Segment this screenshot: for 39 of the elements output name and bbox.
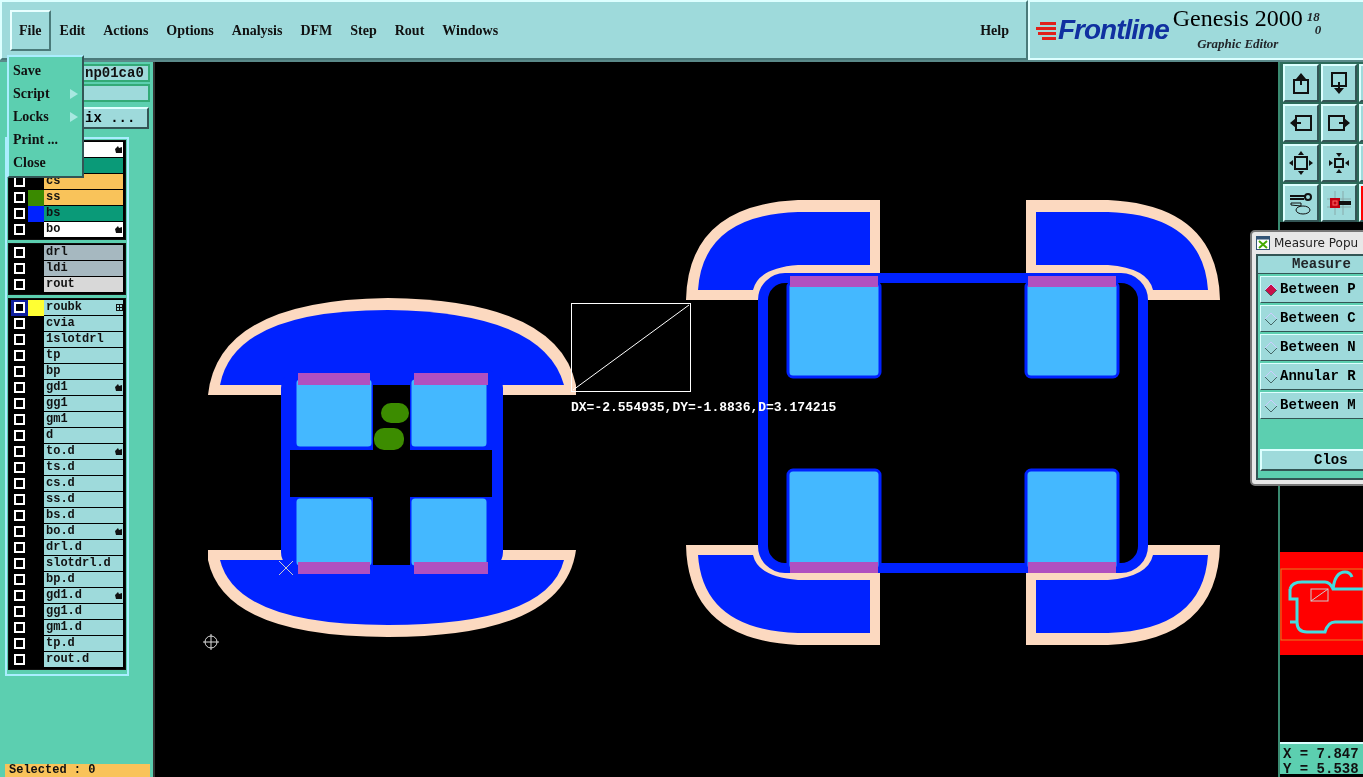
popup-heading: Measure (1258, 256, 1363, 274)
layer-name: rout (46, 277, 75, 292)
layer-name: drl (46, 245, 68, 260)
layer-name: to.d (46, 444, 75, 459)
brand-logo: Frontline (1058, 13, 1169, 47)
layer-name: bs.d (46, 508, 75, 523)
version-text: 0 (1314, 23, 1322, 36)
status-text: Selected : 0 (5, 764, 150, 777)
layer-name: ss (46, 190, 61, 205)
layer-name: cs.d (46, 476, 75, 491)
version-text: 18 (1306, 10, 1321, 23)
layer-name: 1slotdrl (46, 332, 104, 347)
layer-name: tp (46, 348, 61, 363)
layer-name: bo (46, 222, 61, 237)
layer-name: ts.d (46, 460, 75, 475)
layer-name: rout.d (46, 652, 90, 667)
layer-name: drl.d (46, 540, 82, 555)
layer-name: gg1.d (46, 604, 82, 619)
layer-name: gd1.d (46, 588, 82, 603)
layer-name: bo.d (46, 524, 75, 539)
layer-name: cvia (46, 316, 75, 331)
layer-name: bp.d (46, 572, 75, 587)
layer-name: bs (46, 206, 61, 221)
layer-name: gm1 (46, 412, 68, 427)
window-title: Measure Popu (1274, 235, 1359, 252)
layer-name: roubk (46, 300, 82, 315)
layer-name: bp (46, 364, 61, 379)
layer-name: tp.d (46, 636, 75, 651)
layer-name: ss.d (46, 492, 75, 507)
layer-name: gd1 (46, 380, 68, 395)
x-coordinate: X = 7.847 (1283, 747, 1360, 762)
y-coordinate: Y = 5.538 (1283, 762, 1360, 777)
layer-name: slotdrl.d (46, 556, 111, 571)
app-title: Genesis 2000 (1172, 6, 1303, 31)
layer-name: ldi (46, 261, 68, 276)
layer-name: gm1.d (46, 620, 82, 635)
app-subtitle: Graphic Editor (1197, 35, 1279, 54)
layer-name: d (46, 428, 54, 443)
layer-name: gg1 (46, 396, 68, 411)
